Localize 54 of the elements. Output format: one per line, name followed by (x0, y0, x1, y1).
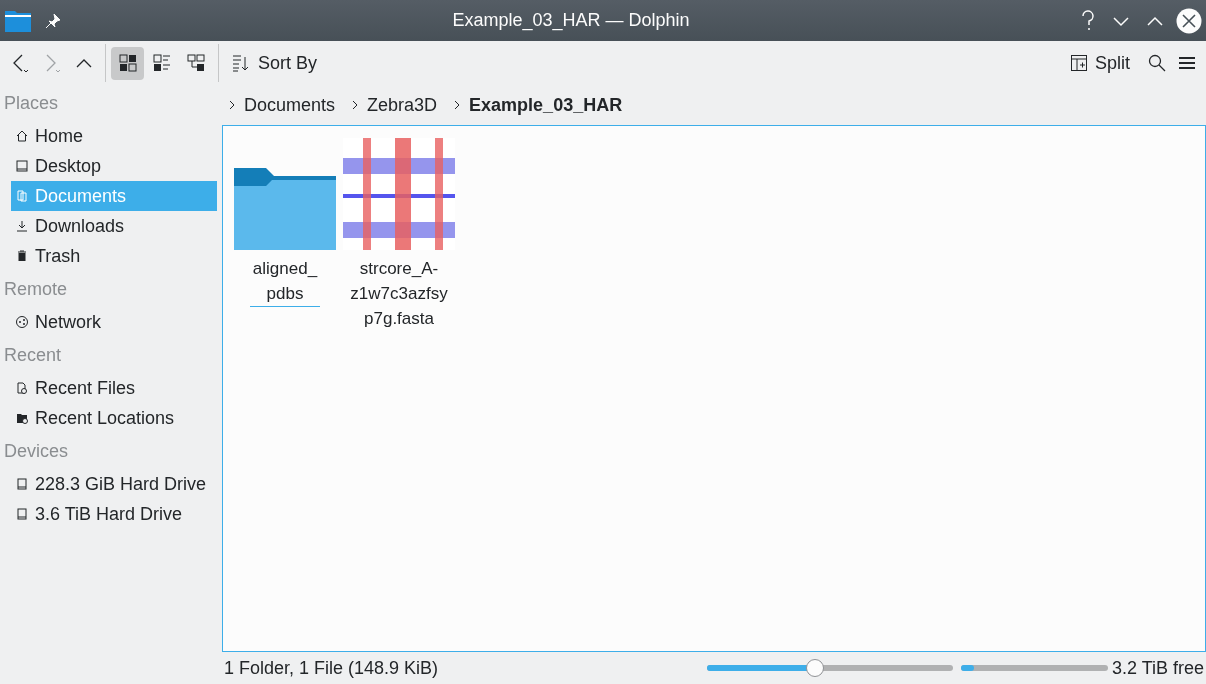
trash-icon (15, 249, 29, 263)
place-item[interactable]: Trash (11, 241, 217, 271)
file-item[interactable]: strcore_A-z1w7c3azfsyp7g.fasta (347, 134, 451, 331)
view-mode-button[interactable] (111, 46, 144, 80)
documents-icon (15, 189, 29, 203)
place-item[interactable]: 3.6 TiB Hard Drive (11, 499, 217, 529)
icons-view-icon (118, 54, 137, 72)
breadcrumb-item[interactable]: Documents (244, 91, 336, 119)
place-item[interactable]: Recent Files (11, 373, 217, 403)
chevron-right-icon (351, 99, 360, 111)
status-summary: 1 Folder, 1 File (148.9 KiB) (224, 656, 440, 680)
free-space-label: 3.2 TiB free (1111, 656, 1205, 680)
slider-handle[interactable] (806, 659, 825, 677)
download-icon (15, 219, 29, 233)
search-icon (1148, 54, 1166, 72)
network-icon (15, 315, 29, 329)
minimize-icon[interactable] (1112, 14, 1130, 27)
section-heading: Devices (3, 440, 70, 463)
recent-folder-icon (15, 411, 29, 425)
breadcrumb-item[interactable]: Zebra3D (367, 91, 438, 119)
window-title: Example_03_HAR — Dolphin (451, 9, 691, 33)
split-view-icon (1071, 55, 1087, 71)
chevron-right-icon (453, 99, 462, 111)
place-item[interactable]: 228.3 GiB Hard Drive (11, 469, 217, 499)
place-item[interactable]: Downloads (11, 211, 217, 241)
maximize-icon[interactable] (1146, 14, 1164, 27)
monitor-icon (15, 159, 29, 173)
section-heading: Places (3, 92, 60, 115)
place-item[interactable]: Network (11, 307, 217, 337)
file-item[interactable]: aligned_pdbs (233, 134, 337, 307)
home-icon (15, 129, 29, 143)
sort-by-button[interactable]: Sort By (224, 46, 326, 80)
section-heading: Recent (3, 344, 63, 367)
split-button[interactable]: Split (1063, 46, 1138, 80)
close-icon[interactable] (1176, 7, 1202, 34)
breadcrumb-item[interactable]: Example_03_HAR (469, 91, 623, 119)
folder-app-icon (4, 8, 32, 33)
compact-view-icon (152, 54, 171, 72)
menu-icon (1179, 56, 1195, 70)
file-name: aligned_pdbs (250, 256, 320, 307)
pin-icon[interactable] (44, 11, 62, 30)
help-icon[interactable] (1080, 9, 1096, 32)
place-item[interactable]: Home (11, 121, 217, 151)
sort-icon (232, 54, 250, 72)
hard-drive-icon (15, 477, 29, 491)
section-heading: Remote (3, 278, 69, 301)
place-item[interactable]: Recent Locations (11, 403, 217, 433)
hard-drive-icon (15, 507, 29, 521)
zoom-slider[interactable] (706, 658, 953, 678)
place-item[interactable]: Desktop (11, 151, 217, 181)
file-name: strcore_A-z1w7c3azfsyp7g.fasta (349, 258, 449, 330)
chevron-right-icon (228, 99, 236, 111)
tree-view-icon (186, 54, 205, 72)
recent-file-icon (15, 381, 29, 395)
